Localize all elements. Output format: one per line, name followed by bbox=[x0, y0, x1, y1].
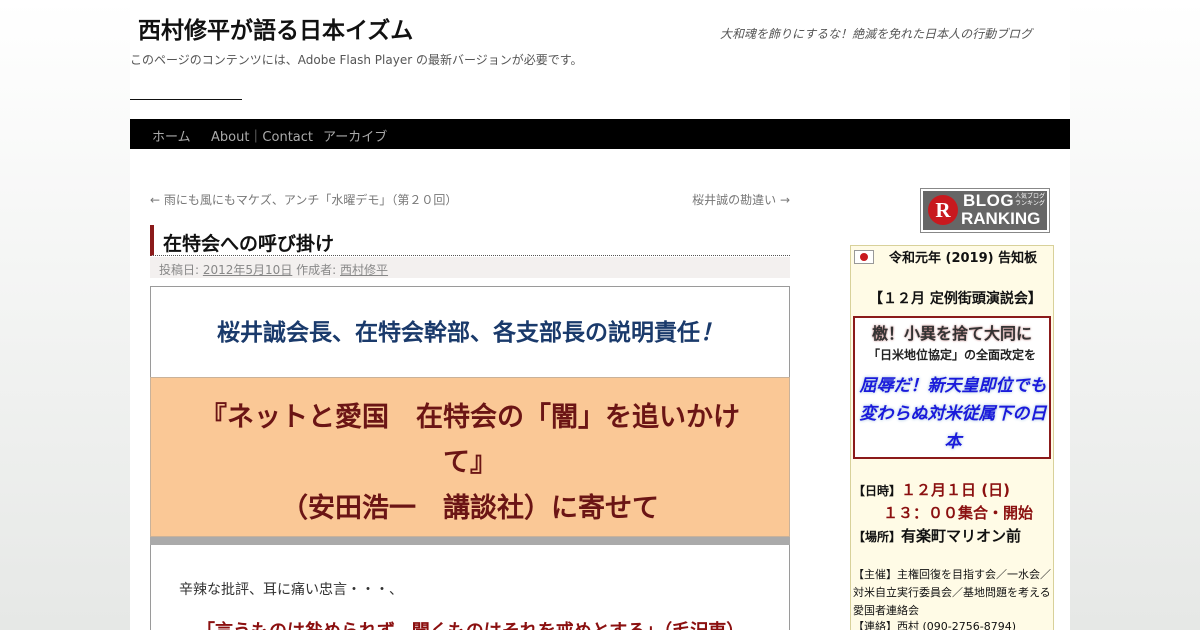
event-date: 【日時】１２月１日 (日) bbox=[853, 479, 1010, 500]
book-banner: 『ネットと愛国 在特会の「闇」を追いかけ て』 （安田浩一 講談社）に寄せて bbox=[150, 377, 790, 537]
body-quote: 「言うものは咎められず、聞くものはそれを戒めとする」（毛沢東） bbox=[197, 617, 744, 630]
book-title-line1: 『ネットと愛国 在特会の「闇」を追いかけ bbox=[200, 402, 740, 433]
nav-item-about-contact[interactable]: About｜Contact bbox=[211, 126, 313, 145]
meta-author-link[interactable]: 西村修平 bbox=[340, 263, 388, 277]
page: 西村修平が語る日本イズム 大和魂を飾りにするな！絶滅を免れた日本人の行動ブログ … bbox=[130, 0, 1070, 630]
ranking-blog-text: BLOG bbox=[963, 191, 1015, 210]
date-value: １２月１日 (日) bbox=[901, 481, 1010, 499]
event-organizers: 【主催】主権回復を目指す会／一水会／対米自立実行委員会／基地問題を考える愛国者連… bbox=[853, 568, 1051, 617]
site-title[interactable]: 西村修平が語る日本イズム bbox=[138, 11, 413, 45]
date-label: 【日時】 bbox=[853, 484, 902, 498]
meta-author-label: 作成者: bbox=[296, 263, 337, 277]
nav-item-home[interactable]: ホーム bbox=[152, 126, 191, 145]
book-author-line: （安田浩一 講談社）に寄せて bbox=[281, 493, 659, 524]
event-contact: 【連絡】西村 (090-2756-8794) bbox=[853, 620, 1017, 630]
place-label: 【場所】 bbox=[853, 530, 902, 544]
post-heading-mark: ！ bbox=[700, 320, 723, 346]
header-divider bbox=[130, 99, 242, 100]
ranking-logo-icon: R bbox=[928, 195, 958, 225]
book-title-line2: て』 bbox=[443, 447, 497, 478]
japan-flag-icon bbox=[854, 250, 874, 264]
notice-board: 令和元年 (2019) 告知板 【１２月 定例街頭演説会】 檄！小異を捨て大同に… bbox=[850, 245, 1054, 630]
meta-posted-label: 投稿日: bbox=[159, 263, 200, 277]
notice-year: 令和元年 (2019) 告知板 bbox=[889, 251, 1038, 266]
place-value: 有楽町マリオン前 bbox=[901, 527, 1022, 545]
section-divider bbox=[150, 537, 790, 545]
blog-ranking-banner[interactable]: R BLOG RANKING 人気ブログランキング bbox=[920, 188, 1050, 233]
post-heading-text: 桜井誠会長、在特会幹部、各支部長の説明責任 bbox=[217, 320, 700, 346]
notice-event-title: 【１２月 定例街頭演説会】 bbox=[869, 291, 1042, 307]
slogan-sub: 「日米地位協定」の全面改定を bbox=[867, 348, 1036, 362]
event-time: １３：００集合・開始 bbox=[883, 504, 1034, 522]
ranking-banner-bg: R BLOG RANKING 人気ブログランキング bbox=[923, 191, 1047, 230]
prev-post-link[interactable]: ← 雨にも風にもマケズ、アンチ「水曜デモ」（第２０回） bbox=[150, 191, 457, 208]
ranking-rank-text: RANKING bbox=[961, 209, 1041, 228]
site-tagline: 大和魂を飾りにするな！絶滅を免れた日本人の行動ブログ bbox=[720, 27, 1033, 41]
main-nav: ホーム About｜Contact アーカイブ bbox=[130, 119, 1070, 149]
event-place: 【場所】有楽町マリオン前 bbox=[853, 525, 1021, 546]
slogan-box: 檄！小異を捨て大同に 「日米地位協定」の全面改定を 屈辱だ！新天皇即位でも変わら… bbox=[853, 316, 1051, 459]
entry-title-text[interactable]: 在特会への呼び掛け bbox=[163, 229, 334, 256]
nav-item-archive[interactable]: アーカイブ bbox=[323, 126, 387, 145]
entry-title: 在特会への呼び掛け bbox=[150, 225, 790, 256]
meta-date-link[interactable]: 2012年5月10日 bbox=[203, 263, 292, 277]
post-content: 桜井誠会長、在特会幹部、各支部長の説明責任！ 『ネットと愛国 在特会の「闇」を追… bbox=[150, 286, 790, 630]
post-heading: 桜井誠会長、在特会幹部、各支部長の説明責任！ bbox=[151, 313, 789, 347]
entry-meta: 投稿日: 2012年5月10日 作成者: 西村修平 bbox=[150, 257, 790, 278]
slogan-highlight: 屈辱だ！新天皇即位でも変わらぬ対米従属下の日本 bbox=[859, 376, 1047, 452]
body-paragraph: 辛辣な批評、耳に痛い忠言・・・、 bbox=[179, 582, 403, 598]
slogan-main: 檄！小異を捨て大同に bbox=[871, 324, 1032, 343]
next-post-link[interactable]: 桜井誠の勘違い → bbox=[692, 191, 790, 208]
flash-notice: このページのコンテンツには、Adobe Flash Player の最新バージョ… bbox=[130, 53, 583, 67]
ranking-small-text: 人気ブログランキング bbox=[1015, 193, 1046, 207]
